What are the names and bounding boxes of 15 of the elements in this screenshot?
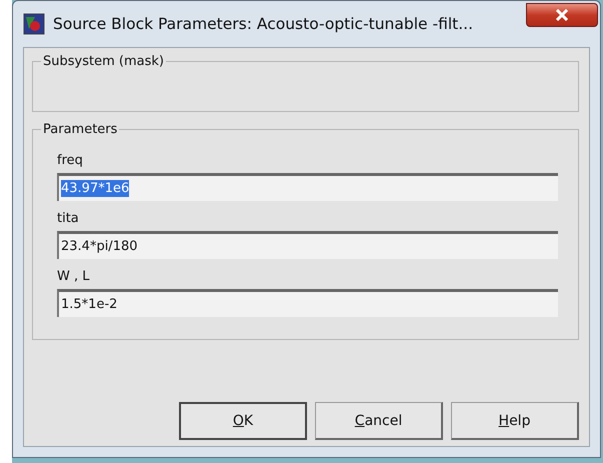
input-field[interactable]: 43.97*1e6	[57, 173, 558, 201]
dialog-button[interactable]: Help	[451, 402, 579, 440]
input-field[interactable]: 23.4*pi/180	[57, 231, 558, 259]
dialog-button[interactable]: Cancel	[315, 402, 443, 440]
parameter-label: freq	[57, 153, 84, 168]
group-title: Parameters	[42, 122, 118, 137]
group-title: Subsystem (mask)	[42, 54, 165, 69]
close-icon	[555, 9, 569, 21]
parameter-label: W , L	[57, 269, 90, 284]
window-title: Source Block Parameters: Acousto-optic-tunable -filt...	[53, 15, 474, 33]
input-field[interactable]: 1.5*1e-2	[57, 289, 558, 317]
close-button[interactable]	[526, 3, 598, 27]
dialog-button[interactable]: OK	[179, 402, 307, 440]
parameter-label: tita	[57, 211, 80, 226]
app-icon	[23, 13, 45, 35]
